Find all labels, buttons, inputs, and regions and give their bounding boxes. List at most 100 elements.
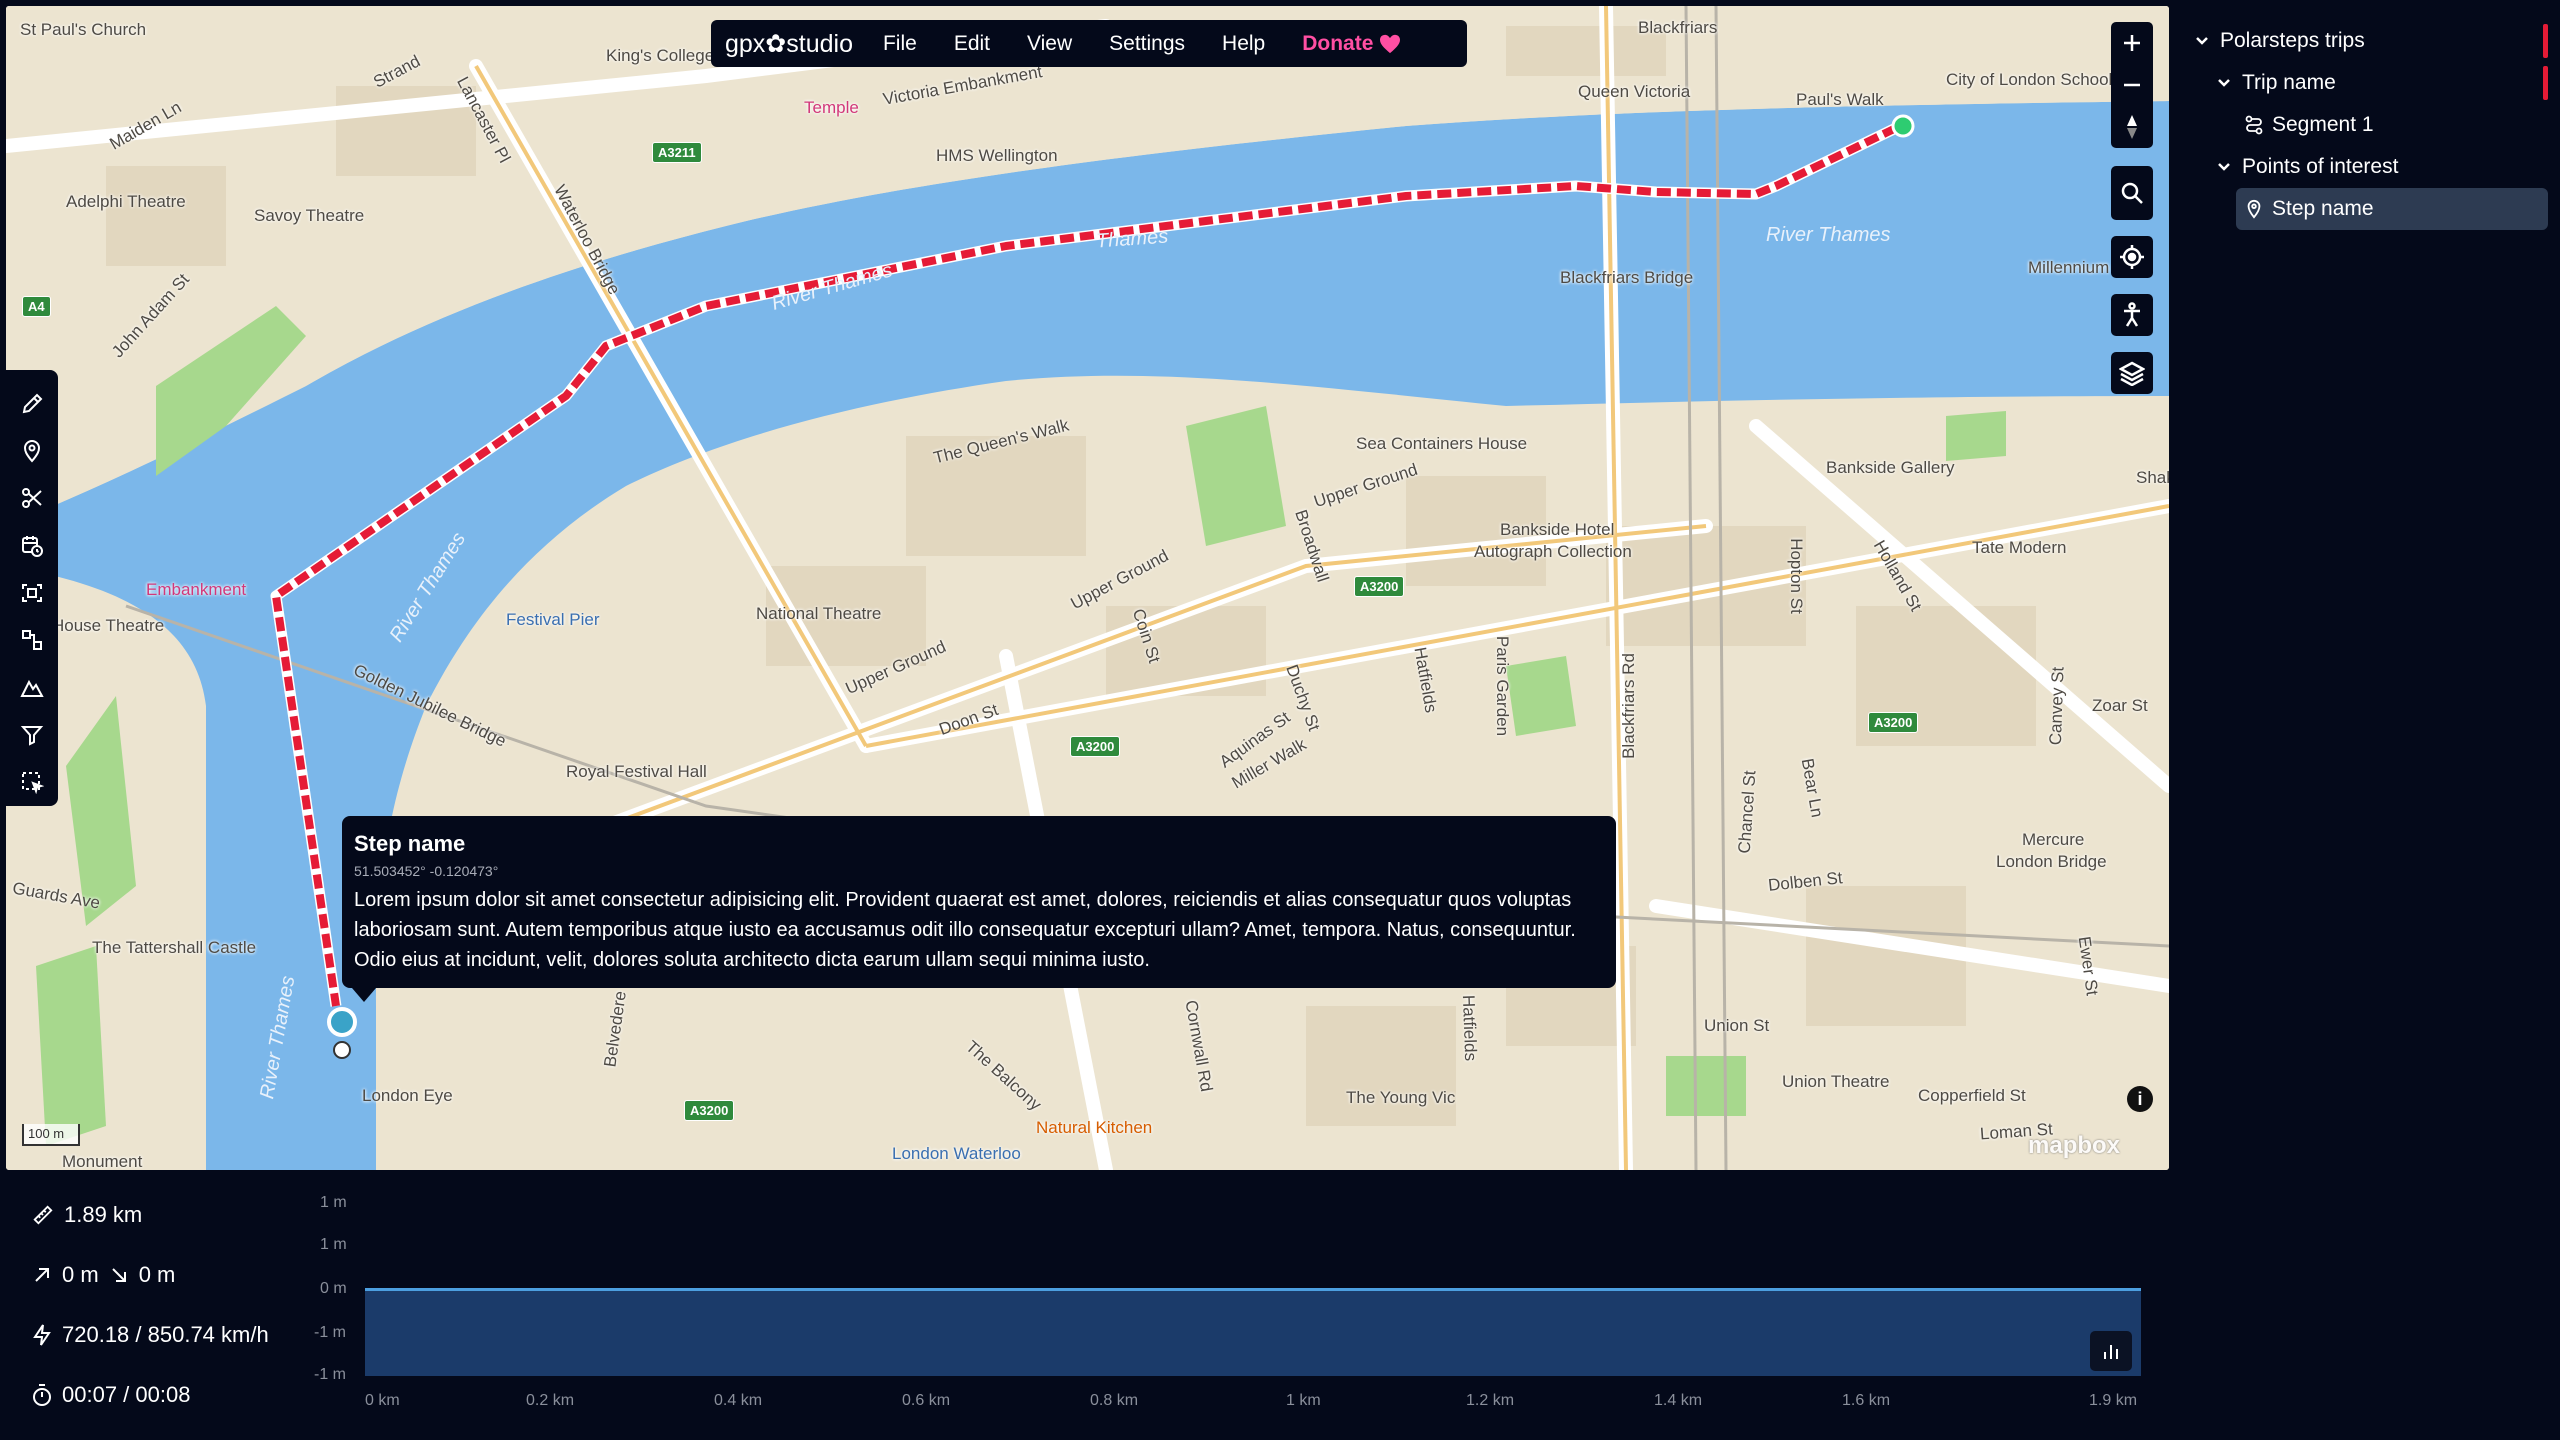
streetview-button[interactable] bbox=[2111, 294, 2153, 336]
donate-label: Donate bbox=[1302, 31, 1374, 55]
map-label: London Bridge bbox=[1996, 852, 2107, 871]
x-tick-label: 0.4 km bbox=[714, 1392, 763, 1409]
tree-item-root[interactable]: Polarsteps trips bbox=[2170, 20, 2560, 62]
map-pin-icon bbox=[2244, 199, 2264, 219]
menu-view[interactable]: View bbox=[1027, 32, 1072, 56]
time-stat: 00:07 / 00:08 bbox=[32, 1382, 190, 1408]
map-label: Hopton St bbox=[1786, 538, 1806, 614]
chart-options-button[interactable] bbox=[2090, 1331, 2132, 1371]
ruler-icon bbox=[33, 1205, 53, 1225]
pencil-icon bbox=[22, 393, 43, 413]
scale-bar: 100 m bbox=[22, 1124, 80, 1146]
map-label: Millennium bbox=[2028, 258, 2110, 277]
chevron-down-icon[interactable] bbox=[2214, 162, 2234, 172]
x-tick-label: 0.8 km bbox=[1090, 1392, 1139, 1409]
x-tick-label: 1 km bbox=[1286, 1392, 1321, 1409]
streetview-control bbox=[2111, 294, 2153, 336]
scan-icon bbox=[22, 583, 42, 602]
map-label: Savoy Theatre bbox=[254, 206, 365, 225]
map-label: Blackfriars bbox=[1638, 18, 1718, 37]
timer-icon bbox=[33, 1384, 51, 1406]
time-value: 00:07 / 00:08 bbox=[62, 1382, 191, 1407]
map-label: Adelphi Theatre bbox=[66, 192, 186, 211]
file-tree-sidebar: Polarsteps trips Trip name Segment 1 Poi… bbox=[2170, 0, 2560, 1440]
arrow-up-right-icon bbox=[35, 1268, 49, 1282]
map-label: The Young Vic bbox=[1346, 1088, 1456, 1107]
tree-item-segment[interactable]: Segment 1 bbox=[2170, 104, 2560, 146]
menu-edit[interactable]: Edit bbox=[954, 32, 990, 56]
map-label: Union Theatre bbox=[1782, 1072, 1890, 1091]
map-label: Bankside Gallery bbox=[1826, 458, 1955, 477]
tree-item-label: Points of interest bbox=[2242, 155, 2399, 178]
speed-stat: 720.18 / 850.74 km/h bbox=[32, 1322, 269, 1348]
app-window: St Paul's Church Strand Lancaster Pl Kin… bbox=[0, 0, 2560, 1440]
map-label: City of London School bbox=[1946, 70, 2113, 89]
map-label: Blackfriars Rd bbox=[1618, 653, 1638, 759]
map-view[interactable]: St Paul's Church Strand Lancaster Pl Kin… bbox=[6, 6, 2169, 1170]
zoom-in-button[interactable] bbox=[2111, 22, 2153, 64]
map-label: Temple bbox=[804, 98, 859, 117]
map-label: River Thames bbox=[1766, 224, 1891, 246]
donate-button[interactable]: Donate bbox=[1302, 32, 1401, 56]
chevron-down-icon[interactable] bbox=[2192, 36, 2212, 46]
x-tick-label: 1.2 km bbox=[1466, 1392, 1515, 1409]
tool-route-edit[interactable] bbox=[12, 380, 52, 427]
x-tick-label: 0 km bbox=[365, 1392, 400, 1409]
map-label: Mercure bbox=[2022, 830, 2085, 849]
layers-button[interactable] bbox=[2111, 352, 2153, 394]
menu-help[interactable]: Help bbox=[1222, 32, 1265, 56]
layers-control bbox=[2111, 352, 2153, 394]
menu-settings[interactable]: Settings bbox=[1109, 32, 1185, 56]
tool-extract[interactable] bbox=[12, 617, 52, 664]
search-icon bbox=[2121, 182, 2143, 204]
tool-filter[interactable] bbox=[12, 711, 52, 758]
map-pin-icon bbox=[23, 439, 41, 463]
popup-tail bbox=[352, 988, 376, 1002]
app-logo: gpx✿studio bbox=[725, 29, 853, 58]
search-button[interactable] bbox=[2111, 166, 2153, 220]
locate-button[interactable] bbox=[2111, 236, 2153, 278]
road-badge: A3200 bbox=[1070, 736, 1121, 757]
chevron-down-icon[interactable] bbox=[2214, 78, 2234, 88]
scissors-icon bbox=[22, 488, 42, 509]
tree-item-trip[interactable]: Trip name bbox=[2170, 62, 2560, 104]
map-label: Zoar St bbox=[2092, 696, 2148, 715]
info-button[interactable]: i bbox=[2127, 1086, 2153, 1112]
distance-stat: 1.89 km bbox=[32, 1202, 142, 1228]
tool-waypoint[interactable] bbox=[12, 427, 52, 474]
tree-item-label: Polarsteps trips bbox=[2220, 29, 2365, 52]
map-label: Tate Modern bbox=[1972, 538, 2067, 557]
tree-item-poi[interactable]: Step name bbox=[2236, 188, 2548, 230]
map-label: Natural Kitchen bbox=[1036, 1118, 1153, 1137]
compass-icon bbox=[2127, 115, 2137, 139]
popup-title: Step name bbox=[354, 831, 466, 856]
map-label: Embankment bbox=[146, 580, 247, 599]
menu-file[interactable]: File bbox=[883, 32, 917, 56]
tree-item-poi-group[interactable]: Points of interest bbox=[2170, 146, 2560, 188]
elevation-profile-chart[interactable] bbox=[365, 1288, 2141, 1376]
zoom-out-button[interactable] bbox=[2111, 64, 2153, 106]
map-label: Copperfield St bbox=[1918, 1086, 2026, 1105]
map-label: Hatfields bbox=[1458, 994, 1481, 1062]
elevation-stat: 0 m 0 m bbox=[32, 1262, 175, 1288]
map-label: Sea Containers House bbox=[1356, 434, 1528, 453]
tool-elevation[interactable] bbox=[12, 664, 52, 711]
compass-button[interactable] bbox=[2111, 106, 2153, 148]
tool-time[interactable] bbox=[12, 522, 52, 569]
tool-scissors[interactable] bbox=[12, 475, 52, 522]
elevation-panel: 1.89 km 0 m 0 m 720.18 / 850.74 km/h 00:… bbox=[0, 1170, 2170, 1440]
tool-toolbar bbox=[6, 370, 58, 806]
split-icon bbox=[22, 630, 42, 651]
y-tick-label: 0 m bbox=[320, 1280, 347, 1297]
map-label: House Theatre bbox=[52, 616, 165, 635]
x-tick-label: 1.4 km bbox=[1654, 1392, 1703, 1409]
tool-merge[interactable] bbox=[12, 569, 52, 616]
tree-item-label: Step name bbox=[2272, 197, 2374, 220]
distance-value: 1.89 km bbox=[64, 1202, 143, 1227]
tool-select[interactable] bbox=[12, 759, 52, 806]
map-label: King's College bbox=[606, 46, 715, 65]
map-label: Paris Garden bbox=[1493, 635, 1513, 737]
popup-coordinates: 51.503452° -0.120473° bbox=[354, 863, 499, 879]
mountain-icon bbox=[20, 679, 44, 697]
road-badge: A3200 bbox=[1868, 712, 1919, 733]
